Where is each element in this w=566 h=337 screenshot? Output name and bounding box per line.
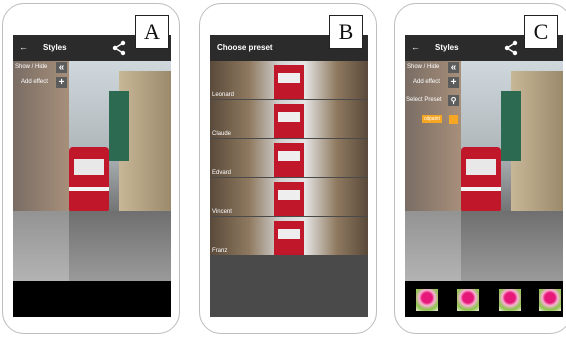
page-title: Choose preset — [217, 43, 273, 52]
search-icon[interactable]: ⚲ — [448, 95, 459, 106]
thumbnail-strip — [405, 281, 563, 317]
green-facade — [501, 91, 521, 161]
preset-item[interactable]: Claude — [210, 100, 368, 138]
photo-preview — [13, 61, 171, 281]
thumbnail-flower[interactable] — [499, 289, 521, 311]
phone-c: ← Styles Show / Hide « Add effect + Sele… — [394, 3, 566, 334]
effect-overlay — [405, 61, 461, 281]
bottom-bar — [13, 281, 171, 317]
preset-item[interactable]: Leonard — [210, 61, 368, 99]
double-chevron-left-icon[interactable]: « — [448, 62, 459, 73]
panel-letter: C — [524, 15, 558, 49]
back-arrow-icon[interactable]: ← — [19, 42, 28, 52]
add-effect-label: Add effect — [21, 79, 48, 85]
thumbnail-flower[interactable] — [457, 289, 479, 311]
screen-c: ← Styles Show / Hide « Add effect + Sele… — [405, 35, 563, 317]
phone-a: ← Styles Show / Hide « Add effect + A — [2, 3, 180, 334]
back-arrow-icon[interactable]: ← — [411, 42, 420, 52]
double-chevron-left-icon[interactable]: « — [56, 62, 67, 73]
preset-item[interactable]: Franz — [210, 217, 368, 255]
panel-letter: B — [329, 15, 363, 49]
page-title: Styles — [435, 43, 459, 52]
preset-label: Vincent — [212, 209, 232, 215]
add-effect-label: Add effect — [413, 79, 440, 85]
effect-color-swatch[interactable] — [449, 115, 458, 124]
screen-a: ← Styles Show / Hide « Add effect + — [13, 35, 171, 317]
effect-overlay — [13, 61, 69, 281]
preset-item[interactable]: Vincent — [210, 178, 368, 216]
thumbnail-flower[interactable] — [539, 289, 561, 311]
plus-icon[interactable]: + — [56, 77, 67, 88]
share-icon[interactable] — [503, 40, 519, 56]
select-preset-label: Select Preset — [406, 97, 442, 103]
thumbnail-flower[interactable] — [416, 289, 438, 311]
preset-label: Claude — [212, 131, 232, 137]
plus-icon[interactable]: + — [448, 77, 459, 88]
green-facade — [109, 91, 129, 161]
show-hide-label: Show / Hide — [407, 64, 440, 70]
phone-b: Choose preset Leonard Claude Edvard Vinc… — [199, 3, 377, 334]
page-title: Styles — [43, 43, 67, 52]
preset-label: Edvard — [212, 170, 232, 176]
preset-label: Franz — [212, 248, 228, 254]
tram — [69, 147, 109, 211]
preset-item[interactable]: Edvard — [210, 139, 368, 177]
preset-label: Leonard — [212, 92, 235, 98]
effect-tag[interactable]: oilpaint — [422, 115, 442, 123]
panel-letter: A — [135, 15, 169, 49]
screen-b: Choose preset Leonard Claude Edvard Vinc… — [210, 35, 368, 317]
share-icon[interactable] — [111, 40, 127, 56]
photo-preview — [405, 61, 563, 281]
tram — [461, 147, 501, 211]
show-hide-label: Show / Hide — [15, 64, 48, 70]
